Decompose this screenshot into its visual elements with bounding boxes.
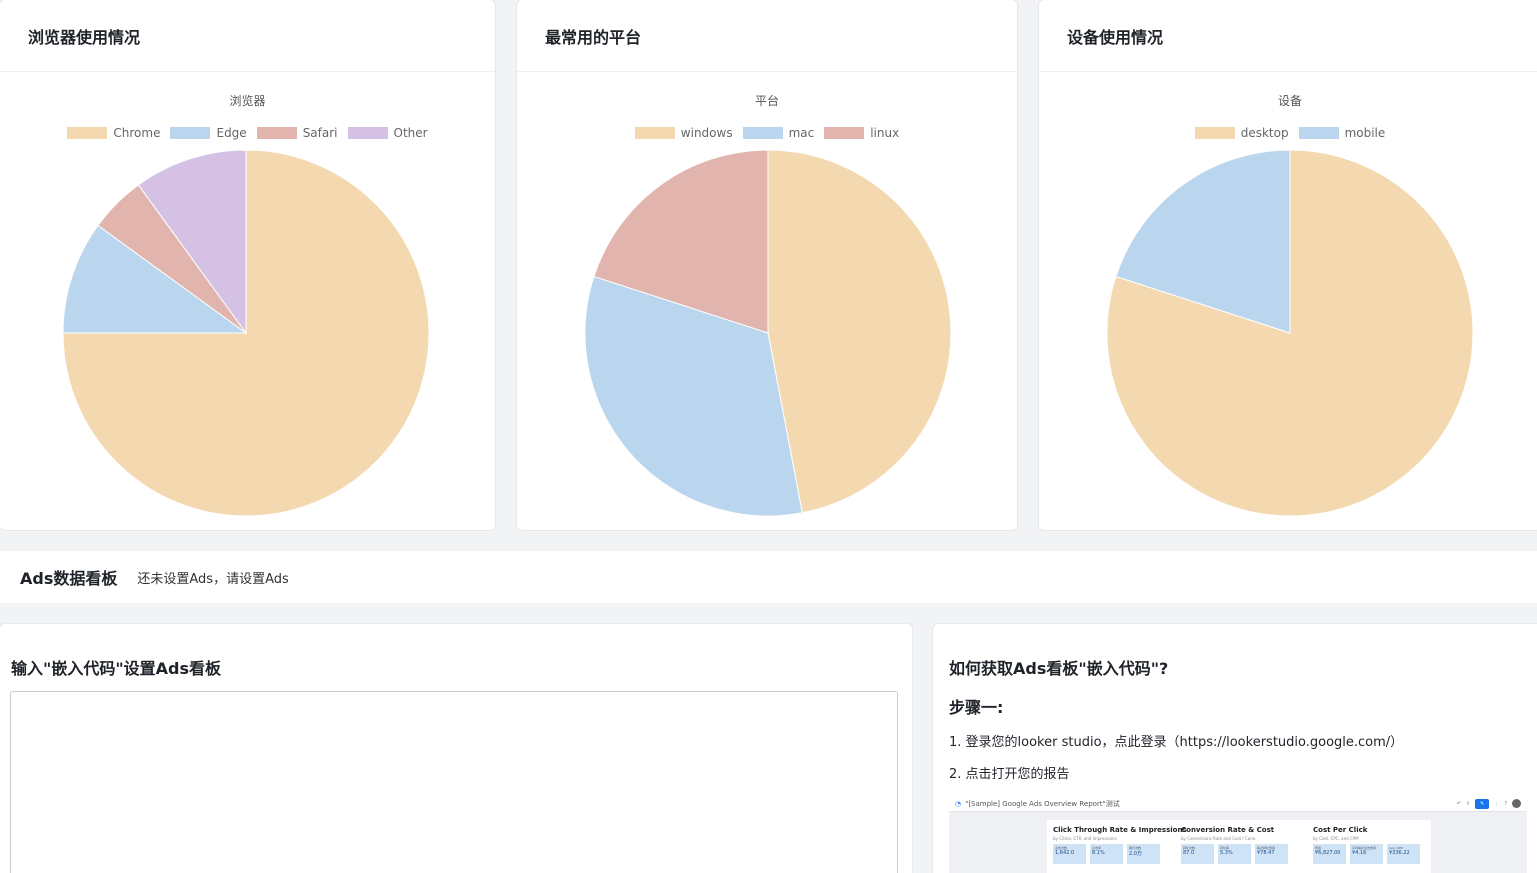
section-subtitle: by Clicks, CTR, and Impressions [1053,836,1117,841]
metric-tile: 展示次数 2.0万 [1127,844,1160,864]
device-usage-card: 设备使用情况 设备 desktop mobile [1038,0,1537,531]
embed-code-input[interactable] [10,691,898,873]
metric-tile: 费用 ¥6,827.00 [1313,844,1346,864]
screenshot-buttons: ↶ ⇪ ✎ ⋮ ? [1456,798,1527,809]
step-2-text: 2. 点击打开您的报告 [949,767,1070,782]
card-title: 最常用的平台 [517,0,1017,72]
screenshot-report-name: "[Sample] Google Ads Overview Report"测试 [965,799,1120,808]
screenshot-section: Cost Per Click by Cost, CPC, and CPM 费用 ¥… [1313,826,1420,864]
card-title: 设备使用情况 [1039,0,1537,72]
legend-item[interactable]: Edge [170,126,247,140]
howto-card: 如何获取Ads看板"嵌入代码"? 步骤一: 1. 登录您的looker stud… [932,623,1537,873]
chart-legend[interactable]: desktop mobile [1039,126,1537,140]
ads-status-note: 还未设置Ads，请设置Ads [137,571,289,587]
chart-legend[interactable]: windows mac linux [517,126,1017,140]
legend-label: windows [680,126,733,140]
screenshot-section: Click Through Rate & Impressions by Clic… [1053,826,1187,864]
metric-tile: 每次转化费用 ¥78.47 [1255,844,1288,864]
section-heading: Click Through Rate & Impressions [1053,826,1187,834]
avatar [1512,799,1521,808]
chart-legend[interactable]: Chrome Edge Safari Other [0,126,495,140]
legend-item[interactable]: mac [742,126,815,140]
legend-item[interactable]: linux [824,126,899,140]
metric-tile: Avg. CPM ¥336.22 [1387,844,1420,864]
metric-tile: 平均每次点击费用 ¥4.16 [1350,844,1383,864]
browser-usage-card: 浏览器使用情况 浏览器 Chrome Edge Safari Other [0,0,496,531]
legend-label: Other [393,126,428,140]
pie-slice-windows[interactable] [767,149,952,514]
chart-title: 设备 [1277,94,1302,108]
embed-code-card: 输入"嵌入代码"设置Ads看板 [0,623,913,873]
looker-logo-icon: ◔ [955,799,962,808]
legend-label: linux [870,126,900,140]
edit-icon: ✎ [1475,798,1490,809]
legend-swatch [824,127,865,139]
metric-tile: 转化率 5.3% [1218,844,1251,864]
legend-swatch [634,127,675,139]
step-1-text[interactable]: 1. 登录您的looker studio，点此登录（https://looker… [949,731,1403,750]
device-pie-chart[interactable] [1105,148,1475,518]
more-icon: ⋮ [1494,800,1500,807]
legend-swatch [742,127,783,139]
legend-item[interactable]: windows [634,126,733,140]
screenshot-report-page: Click Through Rate & Impressions by Clic… [1047,820,1431,873]
section-heading: Conversion Rate & Cost [1181,826,1275,834]
browser-pie-chart[interactable] [61,148,431,518]
screenshot-toolbar: ◔ "[Sample] Google Ads Overview Report"测… [949,796,1527,812]
section-heading: Cost Per Click [1313,826,1368,834]
legend-item[interactable]: Other [347,126,428,140]
legend-swatch [347,127,388,139]
legend-item[interactable]: Chrome [67,126,160,140]
section-subtitle: by Cost, CPC, and CPM [1313,836,1359,841]
metric-tile: 点击率 8.1% [1090,844,1123,864]
metric-tile: 点击次数 1,642.0 [1053,844,1086,864]
report-screenshot: ◔ "[Sample] Google Ads Overview Report"测… [949,796,1527,873]
reset-icon: ↶ [1456,800,1461,807]
legend-swatch [170,127,211,139]
legend-item[interactable]: desktop [1194,126,1289,140]
metric-tile: 转化次数 87.0 [1181,844,1214,864]
legend-label: mac [788,126,815,140]
platform-pie-chart[interactable] [583,148,953,518]
legend-label: Edge [216,126,247,140]
legend-item[interactable]: Safari [256,126,338,140]
howto-title: 如何获取Ads看板"嵌入代码"? [949,659,1169,678]
legend-item[interactable]: mobile [1298,126,1386,140]
chart-title: 平台 [754,94,779,108]
legend-label: mobile [1344,126,1386,140]
section-subtitle: by Conversions Rate and Cost / Conv. [1181,836,1257,841]
help-icon: ? [1504,800,1507,807]
card-title: 浏览器使用情况 [0,0,495,72]
chart-title: 浏览器 [229,94,266,108]
legend-swatch [1194,127,1235,139]
screenshot-section: Conversion Rate & Cost by Conversions Ra… [1181,826,1288,864]
legend-swatch [1298,127,1339,139]
ads-header: Ads数据看板 还未设置Ads，请设置Ads [0,551,1537,603]
share-icon: ⇪ [1465,800,1471,807]
legend-swatch [67,127,108,139]
step-title: 步骤一: [949,698,1004,717]
legend-label: Safari [302,126,338,140]
legend-swatch [256,127,297,139]
platform-usage-card: 最常用的平台 平台 windows mac linux [516,0,1018,531]
legend-label: Chrome [113,126,161,140]
embed-title: 输入"嵌入代码"设置Ads看板 [11,659,222,678]
ads-title: Ads数据看板 [20,569,118,588]
legend-label: desktop [1240,126,1289,140]
